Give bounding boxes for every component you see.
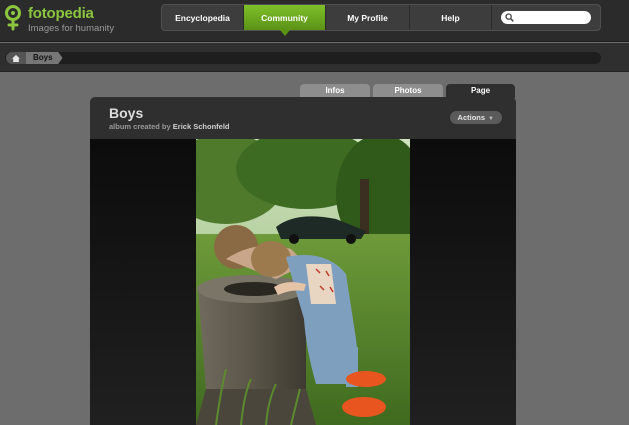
breadcrumb-track — [5, 52, 601, 64]
tab-infos[interactable]: Infos — [300, 84, 370, 98]
search-area — [492, 5, 600, 30]
album-byline: album created by Erick Schonfeld — [109, 122, 229, 131]
fotopedia-logo-icon — [5, 5, 21, 31]
tab-photos[interactable]: Photos — [373, 84, 443, 98]
actions-button[interactable]: Actions ▼ — [449, 111, 502, 124]
album-photo[interactable] — [196, 139, 410, 425]
photo-stage — [90, 139, 516, 425]
photo-illustration — [196, 139, 410, 425]
nav-encyclopedia[interactable]: Encyclopedia — [162, 5, 244, 30]
album-by-prefix: album created by — [109, 122, 171, 131]
fotopedia-logo[interactable]: fotopedia Images for humanity — [4, 4, 154, 38]
nav-help[interactable]: Help — [410, 5, 492, 30]
album-panel: Boys album created by Erick Schonfeld Ac… — [90, 97, 516, 425]
brand-tagline: Images for humanity — [28, 23, 115, 34]
album-title: Boys — [109, 105, 144, 121]
breadcrumb-current[interactable]: Boys — [26, 52, 63, 64]
breadcrumb-bar: Boys — [0, 43, 629, 72]
top-bar: fotopedia Images for humanity Encycloped… — [0, 0, 629, 42]
search-input[interactable] — [515, 12, 585, 23]
tab-page[interactable]: Page — [446, 84, 515, 98]
actions-label: Actions — [457, 113, 486, 122]
main-nav: Encyclopedia Community My Profile Help — [161, 4, 601, 36]
nav-my-profile[interactable]: My Profile — [326, 5, 410, 30]
chevron-down-icon: ▼ — [488, 116, 494, 122]
album-author-link[interactable]: Erick Schonfeld — [173, 122, 230, 131]
home-icon — [12, 54, 20, 62]
brand-name: fotopedia — [28, 5, 94, 22]
search-box — [501, 11, 591, 24]
nav-community[interactable]: Community — [244, 5, 326, 36]
breadcrumb-home[interactable] — [6, 52, 26, 64]
search-icon — [505, 13, 514, 22]
